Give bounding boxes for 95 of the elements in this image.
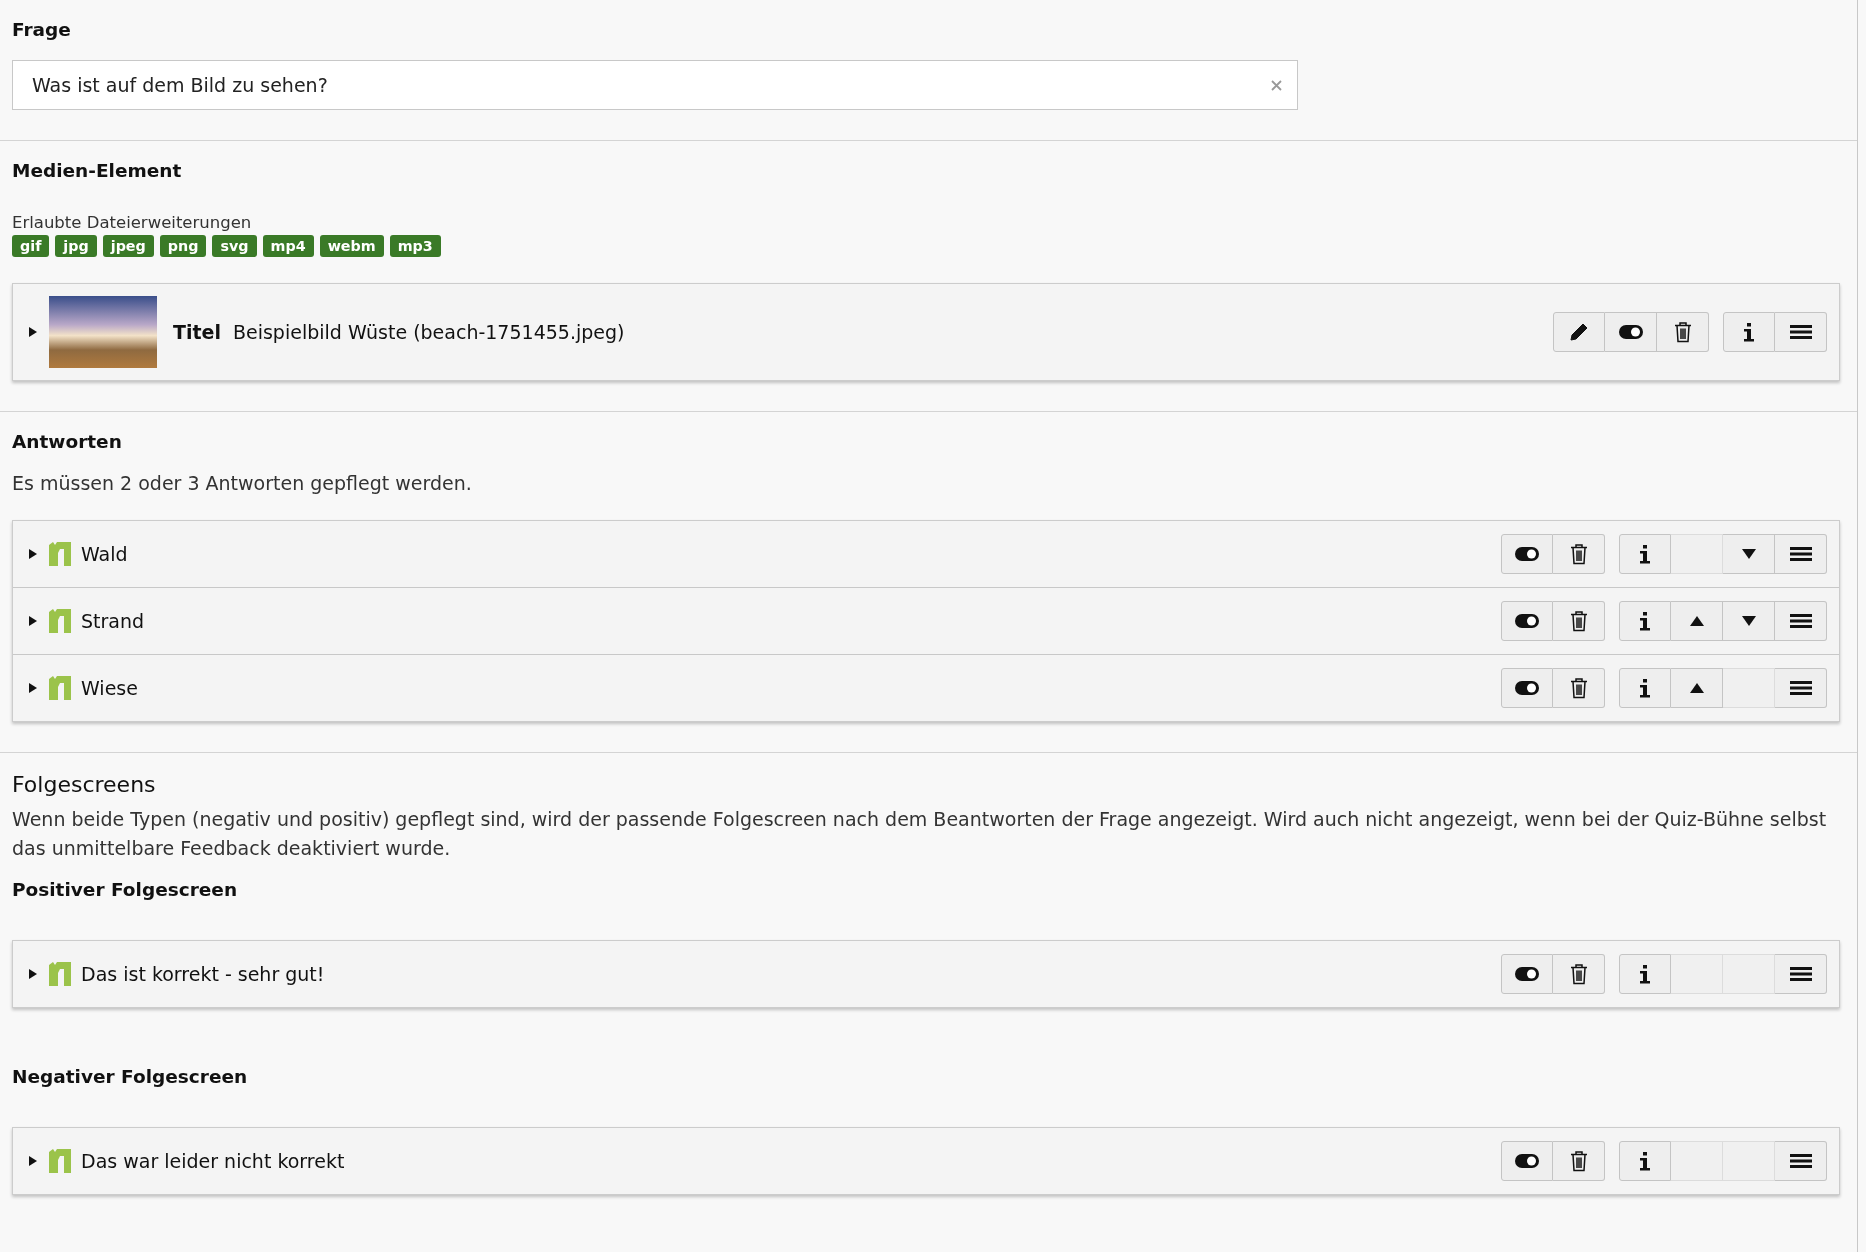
toggle-icon (1515, 681, 1539, 695)
down-triangle-icon (1741, 549, 1756, 559)
info-button[interactable] (1619, 668, 1671, 708)
menu-icon (1789, 1154, 1812, 1168)
caret-icon[interactable] (29, 549, 37, 559)
question-input-field[interactable]: Was ist auf dem Bild zu sehen? (12, 60, 1298, 110)
toggle-icon (1515, 967, 1539, 981)
n-shape-icon (49, 676, 71, 700)
menu-button[interactable] (1775, 312, 1827, 352)
delete-button[interactable] (1657, 312, 1709, 352)
info-button[interactable] (1619, 534, 1671, 574)
clear-icon[interactable] (1271, 80, 1282, 91)
delete-button[interactable] (1553, 1141, 1605, 1181)
info-icon (1639, 1151, 1651, 1171)
move-down-button[interactable] (1723, 601, 1775, 641)
extension-badge: gif (12, 235, 50, 257)
delete-button[interactable] (1553, 954, 1605, 994)
trash-icon (1569, 963, 1588, 985)
edit-button[interactable] (1553, 312, 1605, 352)
record-title[interactable]: Beispielbild Wüste (beach-1751455.jpeg) (232, 321, 625, 343)
down-triangle-icon (1741, 616, 1756, 626)
n-shape-icon (49, 542, 71, 566)
menu-icon (1789, 614, 1812, 628)
record-title[interactable]: Wald (81, 543, 128, 565)
trash-icon (1569, 1150, 1588, 1172)
record-title[interactable]: Das ist korrekt - sehr gut! (81, 963, 325, 985)
section-heading: Medien-Element (12, 160, 182, 181)
info-icon (1639, 678, 1651, 698)
delete-button[interactable] (1553, 534, 1605, 574)
field-label: Titel (173, 321, 221, 343)
toggle-button[interactable] (1501, 534, 1553, 574)
toggle-button[interactable] (1501, 954, 1553, 994)
extension-badge: png (159, 235, 207, 257)
toggle-icon (1515, 547, 1539, 561)
toggle-button[interactable] (1501, 601, 1553, 641)
menu-icon (1789, 547, 1812, 561)
caret-icon[interactable] (29, 327, 37, 337)
extension-badge: jpeg (102, 235, 154, 257)
trash-icon (1569, 610, 1588, 632)
info-button[interactable] (1619, 954, 1671, 994)
subsection-heading: Negativer Folgescreen (12, 1066, 248, 1087)
subsection-heading: Positiver Folgescreen (12, 879, 238, 900)
description-text: Wenn beide Typen (negativ und positiv) gepflegt sind, wird der passende Folgescreen nach dem Beantworten der Frage angezeigt. Wird auch nicht angezeigt, wenn bei der Quiz-Bühne selbst das unmittelbare Feedback deaktiviert wurde. (12, 807, 1828, 861)
record-title[interactable]: Das war leider nicht korrekt (81, 1150, 345, 1172)
n-shape-icon (49, 1149, 71, 1173)
trash-icon (1673, 321, 1692, 343)
info-button[interactable] (1723, 312, 1775, 352)
toggle-icon (1515, 1154, 1539, 1168)
info-button[interactable] (1619, 601, 1671, 641)
n-shape-icon (49, 609, 71, 633)
delete-button[interactable] (1553, 668, 1605, 708)
toggle-icon (1515, 614, 1539, 628)
menu-button[interactable] (1775, 954, 1827, 994)
caret-icon[interactable] (29, 1156, 37, 1166)
info-icon (1639, 544, 1651, 564)
up-triangle-icon (1689, 683, 1704, 693)
info-icon (1743, 322, 1755, 342)
toggle-button[interactable] (1605, 312, 1657, 352)
toggle-button[interactable] (1501, 1141, 1553, 1181)
menu-button[interactable] (1775, 534, 1827, 574)
caret-icon[interactable] (29, 683, 37, 693)
move-down-button[interactable] (1723, 534, 1775, 574)
up-triangle-icon (1689, 616, 1704, 626)
extension-badge: webm (319, 235, 384, 257)
section-heading: Folgescreens (12, 772, 156, 797)
menu-icon (1789, 325, 1812, 339)
trash-icon (1569, 677, 1588, 699)
extension-badge: svg (212, 235, 257, 257)
record-title[interactable]: Wiese (81, 677, 138, 699)
toggle-button[interactable] (1501, 668, 1553, 708)
section-heading: Frage (12, 19, 71, 40)
toggle-icon (1618, 325, 1643, 339)
info-icon (1639, 964, 1651, 984)
menu-icon (1789, 967, 1812, 981)
menu-icon (1789, 681, 1812, 695)
extension-badge: mp4 (262, 235, 314, 257)
record-title[interactable]: Strand (81, 610, 145, 632)
move-up-button[interactable] (1671, 601, 1723, 641)
n-shape-icon (49, 962, 71, 986)
info-button[interactable] (1619, 1141, 1671, 1181)
section-heading: Antworten (12, 431, 122, 452)
trash-icon (1569, 543, 1588, 565)
info-icon (1639, 611, 1651, 631)
caret-icon[interactable] (29, 616, 37, 626)
pencil-icon (1569, 322, 1589, 342)
hint-text: Es müssen 2 oder 3 Antworten gepflegt werden. (12, 472, 473, 494)
extension-badge: jpg (55, 235, 97, 257)
caret-icon[interactable] (29, 969, 37, 979)
extension-badge: mp3 (389, 235, 441, 257)
menu-button[interactable] (1775, 601, 1827, 641)
menu-button[interactable] (1775, 1141, 1827, 1181)
delete-button[interactable] (1553, 601, 1605, 641)
extensions-label: Erlaubte Dateierweiterungen (12, 213, 252, 232)
menu-button[interactable] (1775, 668, 1827, 708)
move-up-button[interactable] (1671, 668, 1723, 708)
